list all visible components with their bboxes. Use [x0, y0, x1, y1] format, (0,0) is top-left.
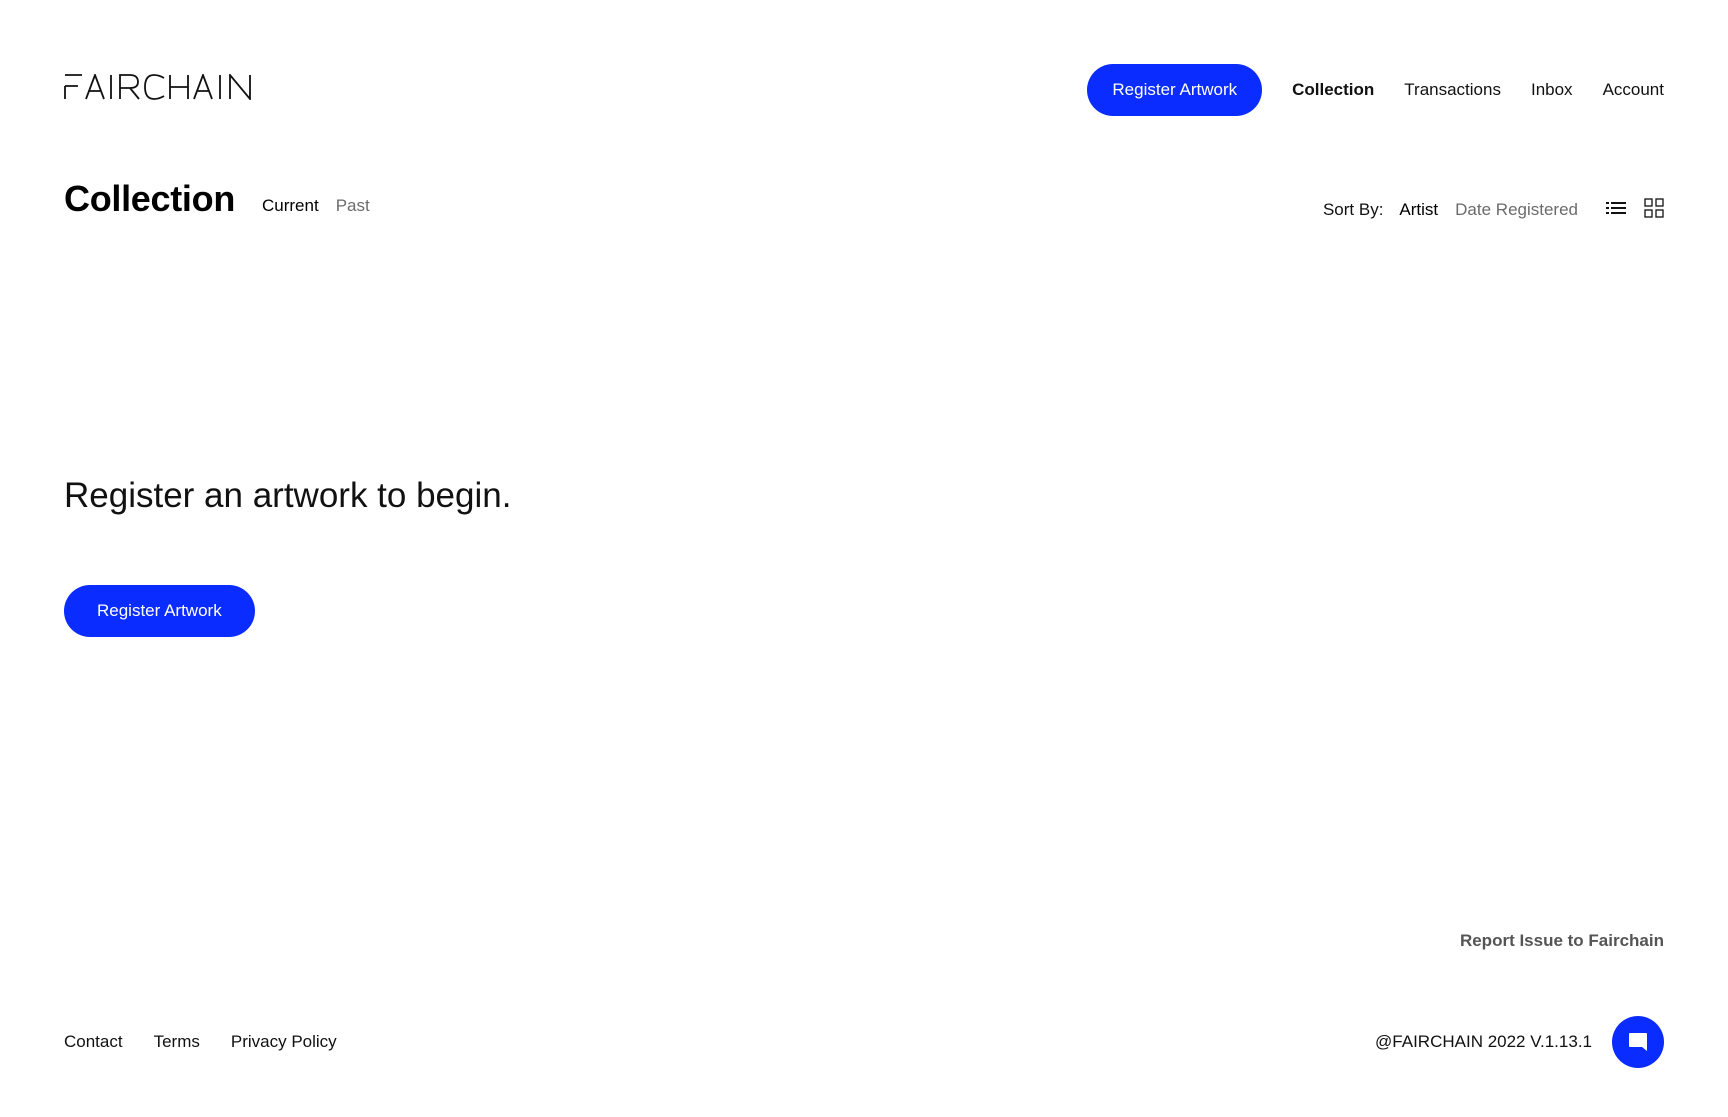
- copyright-version: @FAIRCHAIN 2022 V.1.13.1: [1375, 1032, 1592, 1051]
- nav-inbox[interactable]: Inbox: [1531, 80, 1573, 100]
- nav-transactions[interactable]: Transactions: [1404, 80, 1501, 100]
- grid-view-icon[interactable]: [1644, 198, 1664, 218]
- footer-link-contact[interactable]: Contact: [64, 1032, 123, 1052]
- sort-option-date-registered[interactable]: Date Registered: [1455, 200, 1578, 220]
- empty-state-message: Register an artwork to begin.: [64, 476, 512, 515]
- register-artwork-header-button[interactable]: Register Artwork: [1087, 64, 1263, 116]
- view-toggles: [1606, 198, 1664, 218]
- tab-past[interactable]: Past: [336, 196, 370, 216]
- footer-link-privacy-policy[interactable]: Privacy Policy: [231, 1032, 337, 1052]
- chat-icon: [1627, 1031, 1649, 1053]
- report-issue-link[interactable]: Report Issue to Fairchain: [1460, 931, 1664, 951]
- page-title: Collection: [64, 178, 236, 219]
- footer-links: Contact Terms Privacy Policy: [64, 1032, 337, 1052]
- sort-controls: Sort By: Artist Date Registered: [1323, 200, 1578, 220]
- top-nav: Register Artwork Collection Transactions…: [1087, 64, 1664, 116]
- footer-link-terms[interactable]: Terms: [154, 1032, 200, 1052]
- fairchain-logo[interactable]: [64, 74, 260, 104]
- collection-tabs: Current Past: [262, 196, 370, 216]
- sort-option-artist[interactable]: Artist: [1399, 200, 1438, 220]
- nav-account[interactable]: Account: [1603, 80, 1664, 100]
- list-view-icon[interactable]: [1606, 200, 1626, 216]
- nav-collection[interactable]: Collection: [1292, 80, 1374, 100]
- tab-current[interactable]: Current: [262, 196, 319, 216]
- app-page: Register Artwork Collection Transactions…: [0, 0, 1728, 1117]
- chat-button[interactable]: [1612, 1016, 1664, 1068]
- register-artwork-button[interactable]: Register Artwork: [64, 585, 255, 637]
- sort-label: Sort By:: [1322, 200, 1384, 219]
- fairchain-logo-mark: [64, 74, 251, 100]
